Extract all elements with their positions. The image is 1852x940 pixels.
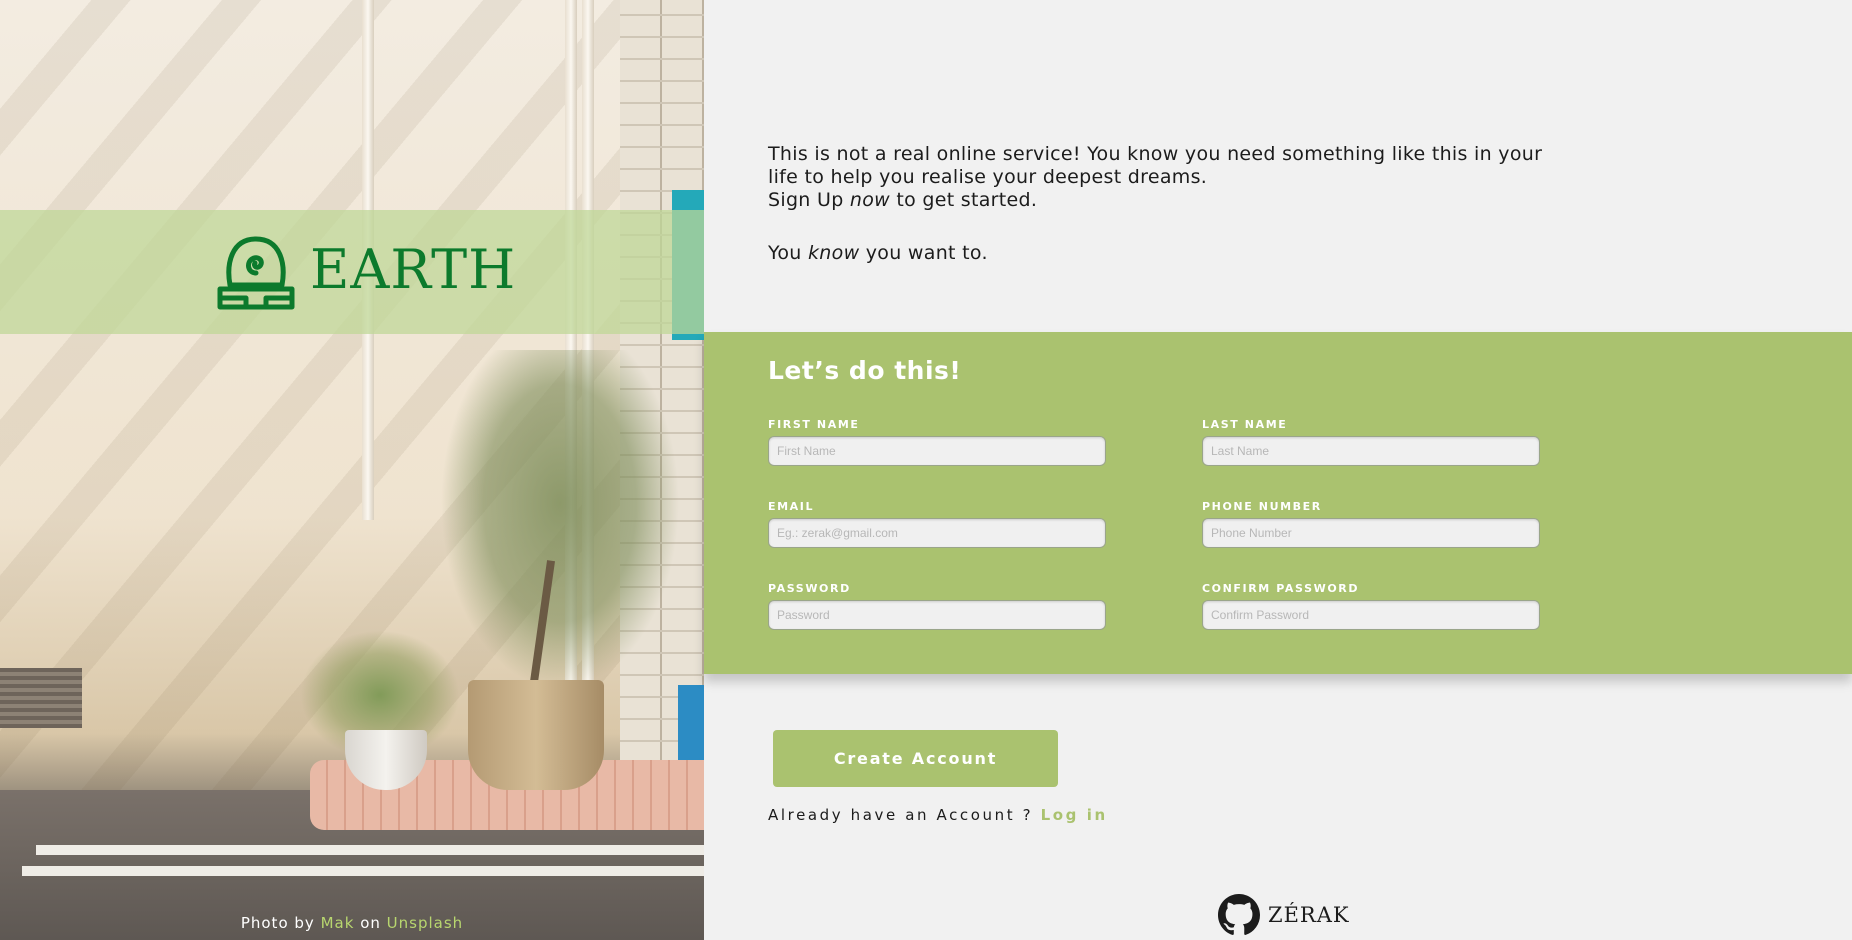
phone-field: PHONE NUMBER — [1202, 500, 1540, 548]
intro-text-fragment: You — [768, 242, 808, 264]
intro-text-fragment: to get started. — [890, 189, 1038, 211]
intro-tagline: You know you want to. — [768, 242, 1588, 265]
intro-cta-line: Sign Up now to get started. — [768, 189, 1588, 212]
confirm-password-label: CONFIRM PASSWORD — [1202, 582, 1360, 595]
first-name-label: FIRST NAME — [768, 418, 860, 431]
github-icon[interactable] — [1218, 894, 1260, 936]
first-name-input[interactable] — [768, 436, 1106, 466]
intro-text-fragment: Sign Up — [768, 189, 850, 211]
intro-line: life to help you realise your deepest dr… — [768, 166, 1208, 188]
confirm-password-input[interactable] — [1202, 600, 1540, 630]
intro-text-fragment: you want to. — [859, 242, 988, 264]
create-account-button[interactable]: Create Account — [773, 730, 1058, 787]
email-label: EMAIL — [768, 500, 815, 513]
unsplash-link[interactable]: Unsplash — [387, 914, 464, 932]
olive-tree — [440, 350, 680, 690]
password-field: PASSWORD — [768, 582, 1106, 630]
intro-line: This is not a real online service! You k… — [768, 143, 1543, 165]
login-prompt-text: Already have an Account ? — [768, 806, 1041, 824]
photo-credit-middle: on — [360, 914, 381, 932]
email-input[interactable] — [768, 518, 1106, 548]
last-name-field: LAST NAME — [1202, 418, 1540, 466]
login-link[interactable]: Log in — [1041, 806, 1108, 824]
confirm-password-field: CONFIRM PASSWORD — [1202, 582, 1540, 630]
login-prompt: Already have an Account ? Log in — [768, 806, 1108, 824]
intro-emphasis: know — [808, 242, 860, 264]
password-input[interactable] — [768, 600, 1106, 630]
last-name-input[interactable] — [1202, 436, 1540, 466]
photo-credit-prefix: Photo by — [240, 914, 315, 932]
author-name: ZÉRAK — [1268, 903, 1350, 927]
signup-form: Let’s do this! FIRST NAME LAST NAME EMAI… — [704, 332, 1852, 674]
form-title: Let’s do this! — [768, 356, 962, 385]
phone-label: PHONE NUMBER — [1202, 500, 1322, 513]
phone-input[interactable] — [1202, 518, 1540, 548]
earth-kingdom-emblem-icon — [217, 236, 295, 310]
password-label: PASSWORD — [768, 582, 851, 595]
road-marking — [36, 845, 704, 855]
large-pot — [468, 680, 604, 790]
background-photo: Photo by Mak on Unsplash — [0, 0, 704, 940]
wall-vent — [0, 668, 82, 728]
intro-text: This is not a real online service! You k… — [768, 143, 1588, 265]
photo-author-link[interactable]: Mak — [321, 914, 355, 932]
photo-credit: Photo by Mak on Unsplash — [0, 914, 704, 932]
brand-name: EARTH — [310, 238, 517, 301]
first-name-field: FIRST NAME — [768, 418, 1106, 466]
last-name-label: LAST NAME — [1202, 418, 1288, 431]
footer-credit[interactable]: ZÉRAK — [1218, 893, 1350, 937]
intro-emphasis: now — [849, 189, 890, 211]
road-marking — [22, 866, 704, 876]
email-field: EMAIL — [768, 500, 1106, 548]
